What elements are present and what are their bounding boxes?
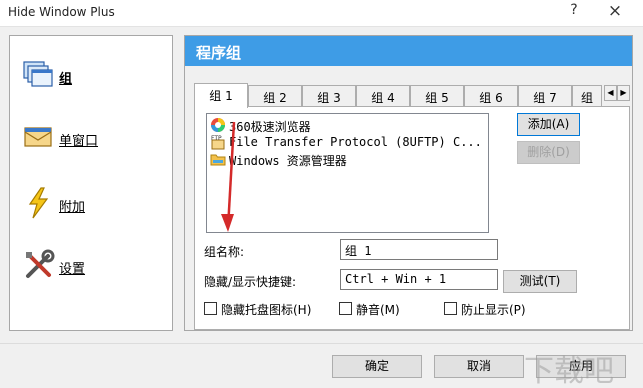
cancel-button[interactable]: 取消: [434, 355, 524, 378]
program-list[interactable]: 360极速浏览器 FTP File Transfer Protocol (8UF…: [206, 113, 489, 233]
checkbox-box[interactable]: [444, 302, 457, 315]
sidebar: 组 单窗口 附加 设置: [9, 35, 173, 331]
footer-separator: [0, 343, 643, 344]
svg-text:FTP: FTP: [211, 135, 222, 142]
tab-group-7[interactable]: 组 7: [518, 85, 572, 107]
test-button[interactable]: 测试(T): [503, 270, 577, 293]
mute-checkbox[interactable]: 静音(M): [339, 301, 409, 317]
tab-scroll-right-icon[interactable]: ▶: [617, 85, 630, 101]
sidebar-item-single-window[interactable]: 单窗口: [22, 120, 162, 156]
tab-group-4[interactable]: 组 4: [356, 85, 410, 107]
windows-stack-icon: [23, 61, 53, 87]
sidebar-item-label: 组: [59, 72, 73, 87]
group-name-label: 组名称:: [204, 245, 245, 259]
sidebar-item-label: 单窗口: [59, 134, 99, 149]
panel-title: 程序组: [196, 44, 242, 62]
hide-tray-icon-checkbox[interactable]: 隐藏托盘图标(H): [204, 301, 329, 317]
tab-group-6[interactable]: 组 6: [464, 85, 518, 107]
sidebar-item-settings[interactable]: 设置: [22, 248, 162, 284]
sidebar-item-label: 附加: [59, 200, 86, 215]
hotkey-input[interactable]: Ctrl + Win + 1: [340, 269, 498, 290]
group-name-input[interactable]: 组 1: [340, 239, 498, 260]
help-button[interactable]: ?: [564, 2, 584, 22]
tab-scroll-left-icon[interactable]: ◀: [604, 85, 617, 101]
tools-icon: [26, 249, 55, 278]
checkbox-label: 防止显示(P): [461, 303, 526, 317]
sidebar-item-label: 设置: [59, 262, 86, 277]
tab-group-1[interactable]: 组 1: [194, 83, 248, 108]
checkbox-label: 静音(M): [356, 303, 400, 317]
prevent-show-checkbox[interactable]: 防止显示(P): [444, 301, 539, 317]
dialog-client: 组 单窗口 附加 设置 程序组 组 1 组 2 组 3 组 4 组 5 组 6 …: [0, 26, 643, 388]
tab-group-5[interactable]: 组 5: [410, 85, 464, 107]
title-bar: Hide Window Plus ? ×: [0, 0, 643, 26]
checkbox-label: 隐藏托盘图标(H): [221, 303, 312, 317]
ftp-icon: FTP: [211, 135, 225, 150]
program-group-panel: 程序组 组 1 组 2 组 3 组 4 组 5 组 6 组 7 组 ◀ ▶ 36…: [184, 35, 633, 331]
close-button[interactable]: ×: [604, 1, 626, 23]
list-item[interactable]: FTP File Transfer Protocol (8UFTP) C...: [210, 134, 486, 151]
hotkey-label: 隐藏/显示快捷键:: [204, 275, 297, 289]
single-window-icon: [24, 127, 52, 147]
tab-group-3[interactable]: 组 3: [302, 85, 356, 107]
sidebar-item-group[interactable]: 组: [22, 58, 162, 94]
sidebar-item-extra[interactable]: 附加: [22, 186, 162, 222]
checkbox-box[interactable]: [204, 302, 217, 315]
checkbox-box[interactable]: [339, 302, 352, 315]
browser-360-icon: [211, 118, 225, 132]
list-item[interactable]: 360极速浏览器: [210, 117, 486, 134]
tab-content: 360极速浏览器 FTP File Transfer Protocol (8UF…: [194, 106, 630, 330]
lightning-icon: [28, 187, 49, 219]
add-button[interactable]: 添加(A): [517, 113, 580, 136]
ok-button[interactable]: 确定: [332, 355, 422, 378]
tab-group-8[interactable]: 组: [572, 85, 602, 107]
panel-header: 程序组: [185, 36, 632, 66]
delete-button[interactable]: 删除(D): [517, 141, 580, 164]
explorer-folder-icon: [210, 154, 226, 166]
list-item[interactable]: Windows 资源管理器: [210, 151, 486, 168]
tab-strip: 组 1 组 2 组 3 组 4 组 5 组 6 组 7 组 ◀ ▶: [194, 83, 630, 108]
watermark-logo-icon: 下载吧: [524, 354, 614, 388]
tab-group-2[interactable]: 组 2: [248, 85, 302, 107]
svg-text:下载吧: 下载吧: [524, 354, 614, 388]
program-name: Windows 资源管理器: [229, 154, 347, 168]
window-title: Hide Window Plus: [8, 5, 115, 19]
program-name: File Transfer Protocol (8UFTP) C...: [229, 135, 482, 149]
program-name: 360极速浏览器: [229, 120, 311, 134]
